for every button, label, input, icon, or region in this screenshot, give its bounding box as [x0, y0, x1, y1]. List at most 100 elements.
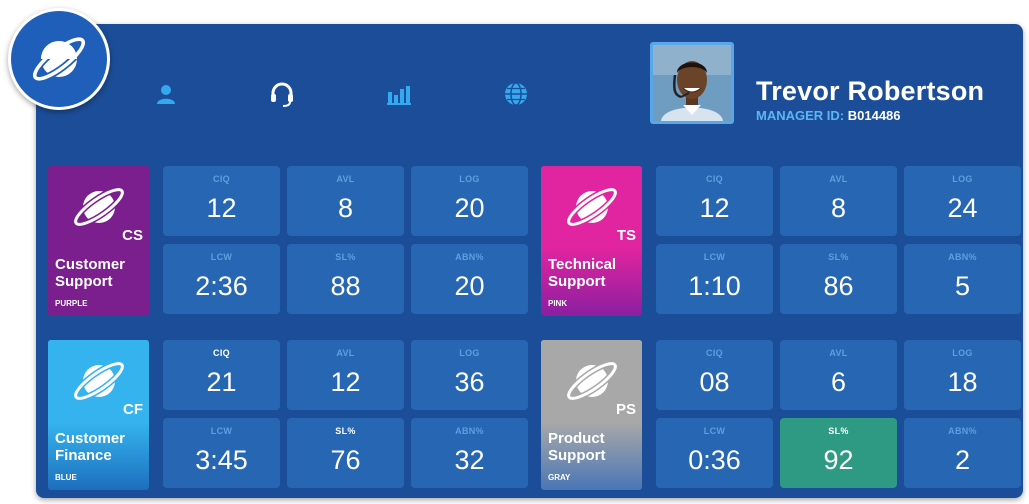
- globe-icon[interactable]: [502, 80, 530, 108]
- metric-value: 8: [830, 193, 847, 223]
- metric-tile-abn[interactable]: ABN% 5: [904, 244, 1021, 314]
- metric-tile-avl[interactable]: AVL 12: [287, 340, 404, 410]
- metric-value: 2: [954, 445, 971, 475]
- metric-value: 8: [337, 193, 354, 223]
- team-tile-customer-support[interactable]: CS Customer Support PURPLE: [48, 166, 149, 316]
- planet-logo-icon[interactable]: [8, 8, 110, 110]
- metric-tile-abn[interactable]: ABN% 32: [411, 418, 528, 488]
- team-logo: PS: [541, 340, 642, 422]
- planet-icon: [565, 360, 618, 402]
- team-logo: TS: [541, 166, 642, 248]
- manager-id: MANAGER ID: B014486: [756, 108, 901, 123]
- team-name-line2: Support: [55, 273, 113, 290]
- metric-tile-ciq[interactable]: CIQ 21: [163, 340, 280, 410]
- metric-tile-lcw[interactable]: LCW 3:45: [163, 418, 280, 488]
- metric-label: LCW: [210, 426, 233, 436]
- metric-label: LOG: [459, 174, 480, 184]
- metric-label: CIQ: [213, 174, 230, 184]
- metric-label: ABN%: [948, 252, 977, 262]
- metric-value: 32: [454, 445, 485, 475]
- metric-value: 21: [206, 367, 237, 397]
- metric-value: 12: [206, 193, 237, 223]
- headset-icon[interactable]: [268, 80, 296, 108]
- metric-tile-ciq[interactable]: CIQ 12: [656, 166, 773, 236]
- metric-value: 86: [823, 271, 854, 301]
- metric-tile-lcw[interactable]: LCW 0:36: [656, 418, 773, 488]
- metric-tile-abn[interactable]: ABN% 20: [411, 244, 528, 314]
- metric-tile-avl[interactable]: AVL 8: [780, 166, 897, 236]
- team-name-line1: Customer: [55, 430, 126, 447]
- team-name: Customer Support: [55, 256, 149, 290]
- metric-value: 76: [330, 445, 361, 475]
- team-color-label: PURPLE: [55, 299, 88, 308]
- planet-icon: [72, 360, 125, 402]
- team-name-line1: Technical: [548, 256, 617, 273]
- metric-tile-log[interactable]: LOG 24: [904, 166, 1021, 236]
- metric-label: AVL: [829, 174, 848, 184]
- team-tile-customer-finance[interactable]: CF Customer Finance BLUE: [48, 340, 149, 490]
- team-name-line2: Support: [548, 273, 606, 290]
- metric-tile-sl-highlighted[interactable]: SL% 92: [780, 418, 897, 488]
- metric-label: CIQ: [706, 174, 723, 184]
- metric-value: 1:10: [688, 271, 741, 301]
- metric-value: 88: [330, 271, 361, 301]
- team-logo: CS: [48, 166, 149, 248]
- metric-label: LOG: [952, 348, 973, 358]
- metric-tile-abn[interactable]: ABN% 2: [904, 418, 1021, 488]
- metric-tile-sl[interactable]: SL% 76: [287, 418, 404, 488]
- metric-value: 12: [330, 367, 361, 397]
- team-name: Technical Support: [548, 256, 642, 290]
- metric-tile-lcw[interactable]: LCW 2:36: [163, 244, 280, 314]
- manager-id-value: B014486: [847, 108, 901, 123]
- team-abbreviation: CS: [122, 227, 143, 244]
- metric-label: CIQ: [706, 348, 723, 358]
- team-color-label: BLUE: [55, 473, 77, 482]
- metric-value: 18: [947, 367, 978, 397]
- team-color-label: PINK: [548, 299, 568, 308]
- metric-value: 6: [830, 367, 847, 397]
- metric-label: AVL: [336, 174, 355, 184]
- metric-value: 20: [454, 193, 485, 223]
- metric-label: AVL: [829, 348, 848, 358]
- metric-tile-log[interactable]: LOG 20: [411, 166, 528, 236]
- metric-value: 12: [699, 193, 730, 223]
- metric-label: LOG: [459, 348, 480, 358]
- team-color-label: GRAY: [548, 473, 571, 482]
- metric-label: SL%: [335, 426, 356, 436]
- team-tile-technical-support[interactable]: TS Technical Support PINK: [541, 166, 642, 316]
- metric-label: CIQ: [213, 348, 230, 358]
- metric-value: 08: [699, 367, 730, 397]
- team-name-line1: Customer: [55, 256, 126, 273]
- metric-tile-sl[interactable]: SL% 88: [287, 244, 404, 314]
- metric-value: 5: [954, 271, 971, 301]
- user-icon[interactable]: [152, 80, 180, 108]
- metric-tile-log[interactable]: LOG 36: [411, 340, 528, 410]
- metric-label: ABN%: [455, 426, 484, 436]
- team-name-line2: Finance: [55, 447, 112, 464]
- metric-tile-avl[interactable]: AVL 6: [780, 340, 897, 410]
- team-name-line2: Support: [548, 447, 606, 464]
- metric-value: 36: [454, 367, 485, 397]
- team-abbreviation: PS: [615, 401, 636, 418]
- metric-tile-log[interactable]: LOG 18: [904, 340, 1021, 410]
- metric-tile-avl[interactable]: AVL 8: [287, 166, 404, 236]
- metric-label: LOG: [952, 174, 973, 184]
- metric-tile-sl[interactable]: SL% 86: [780, 244, 897, 314]
- metric-label: LCW: [703, 252, 726, 262]
- team-logo: CF: [48, 340, 149, 422]
- metric-label: SL%: [335, 252, 356, 262]
- metric-label: LCW: [703, 426, 726, 436]
- avatar[interactable]: [650, 42, 734, 124]
- metric-value: 0:36: [688, 445, 741, 475]
- metric-tile-lcw[interactable]: LCW 1:10: [656, 244, 773, 314]
- metric-tile-ciq[interactable]: CIQ 08: [656, 340, 773, 410]
- metric-label: SL%: [828, 426, 849, 436]
- bar-chart-icon[interactable]: [385, 80, 413, 108]
- team-tile-product-support[interactable]: PS Product Support GRAY: [541, 340, 642, 490]
- metric-label: SL%: [828, 252, 849, 262]
- user-name: Trevor Robertson: [756, 76, 985, 106]
- team-abbreviation: TS: [616, 227, 636, 244]
- team-name: Customer Finance: [55, 430, 149, 464]
- manager-id-label: MANAGER ID:: [756, 108, 845, 123]
- metric-tile-ciq[interactable]: CIQ 12: [163, 166, 280, 236]
